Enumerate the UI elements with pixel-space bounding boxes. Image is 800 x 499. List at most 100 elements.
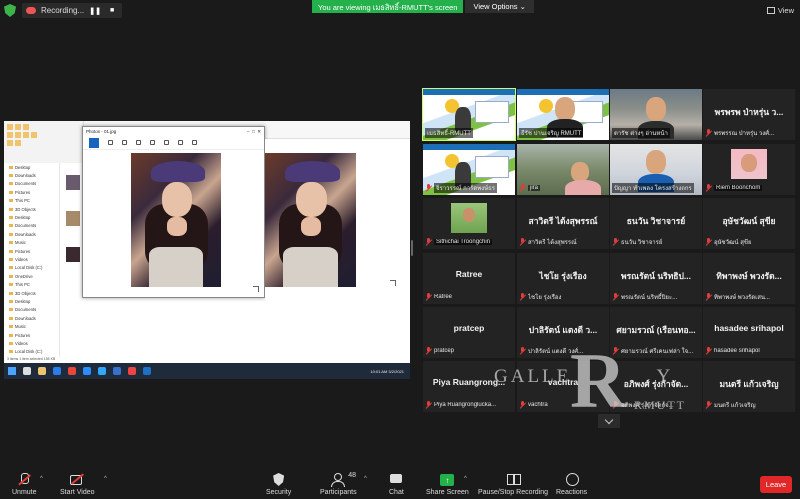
expand-icon[interactable] xyxy=(390,280,396,286)
participant-tile[interactable]: พรพรพ ป่าหรุ่น ว... พรพรรณ ป่าหรุ่น วงศ์.… xyxy=(703,89,795,140)
photoshop-icon[interactable] xyxy=(98,367,106,375)
participant-tile[interactable]: Riem Boonchom xyxy=(703,144,795,195)
security-button[interactable]: Security xyxy=(266,473,291,496)
see-all-photos-icon[interactable] xyxy=(89,137,99,148)
crop-icon[interactable] xyxy=(178,140,183,145)
participant-tile[interactable]: ธีรัช ปานเจริญ RMUTT xyxy=(517,89,609,140)
reactions-button[interactable]: Reactions xyxy=(556,473,587,496)
folder-icon xyxy=(9,291,13,295)
participant-tile[interactable]: ธนวัน วิชาจารย์ ธนวัน วิชาจารย์ xyxy=(610,198,702,249)
video-options-caret[interactable]: ^ xyxy=(104,476,107,482)
explorer-tree-item[interactable]: Pictures xyxy=(4,331,59,339)
meeting-info-bar: Recording... ❚❚ ■ xyxy=(4,3,123,18)
window-controls[interactable]: – □ ✕ xyxy=(247,129,261,134)
explorer-tree-item[interactable]: Pictures xyxy=(4,188,59,196)
rotate-icon[interactable] xyxy=(164,140,169,145)
add-icon[interactable] xyxy=(108,140,113,145)
explorer-tree-item[interactable]: Music xyxy=(4,239,59,247)
participant-tile[interactable]: ทิพาพงษ์ พวงรัด... ทิพาพงษ์ พวงรัดเสน... xyxy=(703,253,795,304)
view-button[interactable]: View xyxy=(766,6,794,15)
explorer-tree-item[interactable]: 3D Objects xyxy=(4,205,59,213)
explorer-tree-item[interactable]: Desktop xyxy=(4,297,59,305)
participants-button[interactable]: 48 Participants xyxy=(320,472,357,496)
explorer-tree-item[interactable]: Local Disk (C:) xyxy=(4,264,59,272)
explorer-tree-item[interactable]: Downloads xyxy=(4,314,59,322)
participant-tile[interactable]: ปาลิรัตน์ แตงดี ว... ปาลิรัตน์ แตงดี วงศ์… xyxy=(517,307,609,358)
participant-tile[interactable]: พรณรัตน์ นริทธิป... พรณรัตน์ นริทธิ์ปิยะ.… xyxy=(610,253,702,304)
edge-icon[interactable] xyxy=(53,367,61,375)
explorer-tree-item[interactable]: This PC xyxy=(4,280,59,288)
participant-tile[interactable]: ศยามรวณ์ (เรือนทอ... ศยามรวณ์ ศรีเคนเฟล่า… xyxy=(610,307,702,358)
explorer-tree-item[interactable]: Videos xyxy=(4,339,59,347)
share-options-caret[interactable]: ^ xyxy=(464,476,467,482)
chrome-icon[interactable] xyxy=(68,367,76,375)
unmute-button[interactable]: Unmute xyxy=(12,473,37,496)
delete-icon[interactable] xyxy=(136,140,141,145)
pause-stop-recording-button[interactable]: Pause/Stop Recording xyxy=(478,473,548,496)
participant-tile[interactable]: ไชโย รุ่งเรือง ไชโย รุ่งเรือง xyxy=(517,253,609,304)
acrobat-icon[interactable] xyxy=(128,367,136,375)
encryption-shield-icon[interactable] xyxy=(4,4,16,17)
reactions-label: Reactions xyxy=(556,489,588,496)
participant-tile[interactable]: jira xyxy=(517,144,609,195)
participant-tile[interactable]: ดารัช ต่างๆ อ่านหน้า xyxy=(610,89,702,140)
participant-tile[interactable]: จิราวรรณ์ การ์ดพงษ์ธร xyxy=(423,144,515,195)
participant-tile[interactable]: vachtra vachtra xyxy=(517,361,609,412)
participant-tile[interactable]: Sithichai Troongchin xyxy=(423,198,515,249)
participants-label: Participants xyxy=(320,489,357,496)
chat-button[interactable]: Chat xyxy=(389,473,404,496)
participant-tile[interactable]: สาวิตรี ได้งสุพรรณ์ สาวิตรี ได้งสุพรรณ์ xyxy=(517,198,609,249)
participant-tile[interactable]: Piya Ruangrong... Piya Ruangronglucka... xyxy=(423,361,515,412)
zoom-icon[interactable] xyxy=(122,140,127,145)
explorer-tree-item[interactable]: Local Disk (C:) xyxy=(4,348,59,356)
explorer-tree-item[interactable]: Music xyxy=(4,322,59,330)
word-icon[interactable] xyxy=(113,367,121,375)
stop-recording-icon[interactable]: ■ xyxy=(106,5,118,17)
participant-display-name: มนตรี แก้วเจริญ xyxy=(719,379,779,389)
zoom-app-icon[interactable] xyxy=(83,367,91,375)
participant-tile[interactable]: hasadee srihapol hasadee srihapol xyxy=(703,307,795,358)
participant-tile[interactable]: มนตรี แก้วเจริญ มนตรี แก้วเจริญ xyxy=(703,361,795,412)
explorer-tree-item[interactable]: Pictures xyxy=(4,247,59,255)
participant-tile[interactable]: อุษัชวัฒน์ สุขีย อุษัชวัฒน์ สุขีย xyxy=(703,198,795,249)
audio-options-caret[interactable]: ^ xyxy=(40,476,43,482)
explorer-tree-item[interactable]: Desktop xyxy=(4,163,59,171)
photos-app-icon[interactable] xyxy=(143,367,151,375)
gallery-next-page-button[interactable] xyxy=(598,414,620,428)
search-icon[interactable] xyxy=(23,367,31,375)
explorer-tree-item[interactable]: Downloads xyxy=(4,230,59,238)
participants-count: 48 xyxy=(348,472,357,479)
file-explorer-icon[interactable] xyxy=(38,367,46,375)
explorer-tree-item[interactable]: 3D Objects xyxy=(4,289,59,297)
photos-app-window[interactable]: Photos - 01.jpg – □ ✕ xyxy=(82,126,265,298)
explorer-tree-item[interactable]: Desktop xyxy=(4,213,59,221)
participant-tile[interactable]: Ratree Ratree xyxy=(423,253,515,304)
file-thumbnail[interactable] xyxy=(66,211,80,226)
windows-start-icon[interactable] xyxy=(8,367,16,375)
shared-screen[interactable]: Desktop Downloads Documents Pictures This PC… xyxy=(4,121,410,379)
explorer-tree-item[interactable]: This PC xyxy=(4,197,59,205)
edit-icon[interactable] xyxy=(192,140,197,145)
file-thumbnail[interactable] xyxy=(66,247,80,262)
explorer-tree-item[interactable]: Documents xyxy=(4,180,59,188)
muted-mic-icon xyxy=(519,347,526,355)
favorite-icon[interactable] xyxy=(150,140,155,145)
explorer-tree-item[interactable]: Downloads xyxy=(4,171,59,179)
share-screen-button[interactable]: ↑ Share Screen xyxy=(426,474,469,496)
explorer-tree-item[interactable]: Documents xyxy=(4,306,59,314)
pause-recording-icon[interactable]: ❚❚ xyxy=(89,5,101,17)
participant-tile[interactable]: เมธสิทธิ์-RMUTT xyxy=(422,88,516,141)
split-divider-handle[interactable] xyxy=(411,240,413,256)
start-video-button[interactable]: Start Video xyxy=(60,473,95,496)
view-options-button[interactable]: View Options ⌄ xyxy=(465,0,534,13)
explorer-tree-item[interactable]: OneDrive xyxy=(4,272,59,280)
participant-tile[interactable]: ปัญญา ทำเพลง โครงสร้างถกร xyxy=(610,144,702,195)
participant-tile[interactable]: pratcep pratcep xyxy=(423,307,515,358)
expand-icon[interactable] xyxy=(253,286,259,292)
file-thumbnail[interactable] xyxy=(66,175,80,190)
explorer-tree-item[interactable]: Videos xyxy=(4,255,59,263)
participant-tile[interactable]: อภิพงศ์ รุ่งก้าจัด... อภิพงศ์ รุ่งก้าจัดก… xyxy=(610,361,702,412)
leave-button[interactable]: Leave xyxy=(760,476,792,493)
explorer-tree-item[interactable]: Documents xyxy=(4,222,59,230)
participants-options-caret[interactable]: ^ xyxy=(364,476,367,482)
